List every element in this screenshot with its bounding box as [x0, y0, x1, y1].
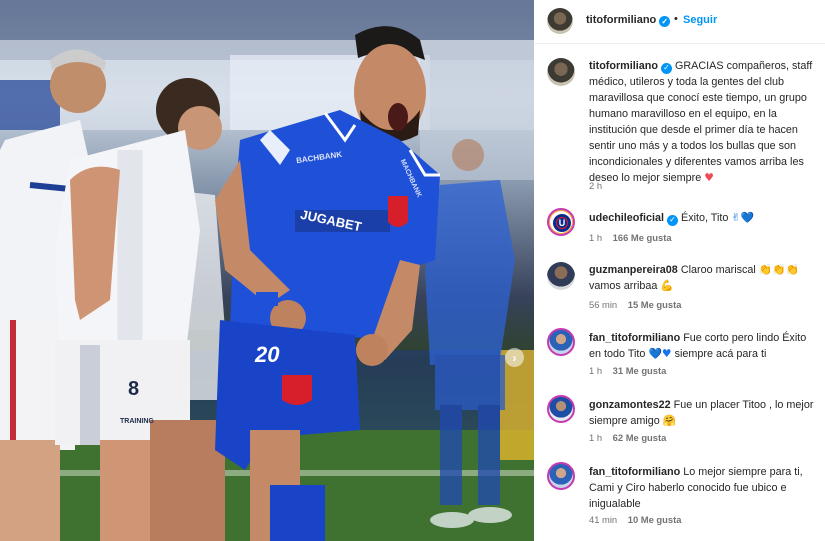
- victory-blue-heart-icon: ✌💙: [731, 211, 754, 224]
- comment-likes[interactable]: 166 Me gusta: [613, 232, 672, 243]
- verified-badge-icon: ✓: [660, 62, 672, 74]
- blue-red-heart-icon: 💙♥: [648, 347, 672, 360]
- verified-badge-icon: ✓: [667, 214, 678, 226]
- comment-item: gonzamontes22 Fue un placer Titoo , lo m…: [547, 395, 817, 450]
- comment-time[interactable]: 1 h: [589, 232, 602, 243]
- comment-text: Claroo mariscal: [680, 264, 756, 276]
- hugging-face-icon: 🤗: [662, 414, 677, 427]
- comment-username[interactable]: gonzamontes22: [589, 399, 671, 411]
- comment-time[interactable]: 56 min: [589, 299, 617, 310]
- comment-username[interactable]: udechileoficial: [589, 212, 664, 224]
- author-avatar[interactable]: [547, 8, 573, 34]
- opponent-brand-text: TRAINING: [120, 418, 154, 425]
- caption-time[interactable]: 2 h: [589, 180, 602, 191]
- comment-time[interactable]: 1 h: [589, 365, 602, 376]
- author-username[interactable]: titoformiliano ✓: [586, 14, 671, 27]
- post-side-panel: titoformiliano ✓ • Seguir titoformiliano ✓…: [534, 0, 825, 541]
- comment-likes[interactable]: 31 Me gusta: [613, 365, 667, 376]
- red-heart-icon: ♥: [704, 171, 714, 184]
- comment-username[interactable]: fan_titoformiliano: [589, 466, 680, 478]
- comment-meta: 1 h 62 Me gusta: [589, 432, 674, 443]
- comment-body: gonzamontes22 Fue un placer Titoo , lo m…: [589, 397, 817, 429]
- comment-time[interactable]: 1 h: [589, 432, 602, 443]
- caption-meta: 2 h: [589, 180, 610, 191]
- caption-text: GRACIAS compañeros, staff médico, utiler…: [589, 60, 813, 184]
- comment-meta: 41 min 10 Me gusta: [589, 514, 689, 525]
- comment-item: fan_titoformiliano Lo mejor siempre para…: [547, 462, 817, 532]
- opponent-short-number: 8: [128, 378, 140, 400]
- gonzamontes-avatar[interactable]: [547, 395, 575, 423]
- comment-time[interactable]: 41 min: [589, 514, 617, 525]
- fan-titoformiliano-avatar[interactable]: [547, 328, 575, 356]
- comment-item: fan_titoformiliano Fue corto pero lindo …: [547, 328, 817, 383]
- comment-meta: 1 h 31 Me gusta: [589, 365, 674, 376]
- udechile-crest-icon: U: [553, 214, 571, 232]
- comment-body: fan_titoformiliano Lo mejor siempre para…: [589, 464, 817, 512]
- comment-username[interactable]: fan_titoformiliano: [589, 332, 680, 344]
- clapping-hands-icon: 👏👏👏: [758, 263, 800, 276]
- caption-body: titoformiliano ✓ GRACIAS compañeros, staf…: [589, 58, 817, 186]
- post-photo-illustration: [0, 0, 534, 541]
- chevron-right-icon: ›: [512, 350, 517, 365]
- comment-meta: 1 h 166 Me gusta: [589, 232, 680, 243]
- comment-username[interactable]: guzmanpereira08: [589, 264, 678, 276]
- caption-username[interactable]: titoformiliano: [589, 60, 658, 72]
- comment-likes[interactable]: 10 Me gusta: [628, 514, 682, 525]
- shorts-number-text: 20: [255, 342, 280, 367]
- comment-body: guzmanpereira08 Claroo mariscal 👏👏👏 vamo…: [589, 262, 817, 294]
- caption: titoformiliano ✓ GRACIAS compañeros, staf…: [547, 58, 817, 198]
- comment-likes[interactable]: 15 Me gusta: [628, 299, 682, 310]
- comment-body: udechileoficial ✓ Éxito, Tito ✌💙: [589, 210, 817, 226]
- comment-likes[interactable]: 62 Me gusta: [613, 432, 667, 443]
- carousel-next-button[interactable]: ›: [505, 348, 524, 367]
- separator-dot: •: [674, 13, 678, 25]
- caption-avatar[interactable]: [547, 58, 575, 86]
- fan-titoformiliano-avatar[interactable]: [547, 462, 575, 490]
- author-username-text[interactable]: titoformiliano: [586, 14, 656, 26]
- comment-item: guzmanpereira08 Claroo mariscal 👏👏👏 vamo…: [547, 262, 817, 312]
- comment-text-continued: vamos arribaa: [589, 280, 658, 292]
- post-photo[interactable]: BACHBANK MACHBANK JUGABET 20 8 TRAINING …: [0, 0, 534, 541]
- guzmanpereira-avatar[interactable]: [547, 262, 575, 290]
- follow-button[interactable]: Seguir: [683, 14, 717, 26]
- verified-badge-icon: ✓: [659, 16, 671, 27]
- udechile-avatar[interactable]: U: [547, 208, 575, 236]
- comment-text-continued: siempre acá para ti: [674, 348, 767, 360]
- comment-text: Éxito, Tito: [681, 212, 729, 224]
- flexed-biceps-icon: 💪: [660, 279, 674, 292]
- comment-item: U udechileoficial ✓ Éxito, Tito ✌💙 1 h 16…: [547, 208, 817, 248]
- comment-meta: 56 min 15 Me gusta: [589, 299, 689, 310]
- post-header: titoformiliano ✓ • Seguir: [534, 0, 825, 44]
- comment-body: fan_titoformiliano Fue corto pero lindo …: [589, 330, 817, 362]
